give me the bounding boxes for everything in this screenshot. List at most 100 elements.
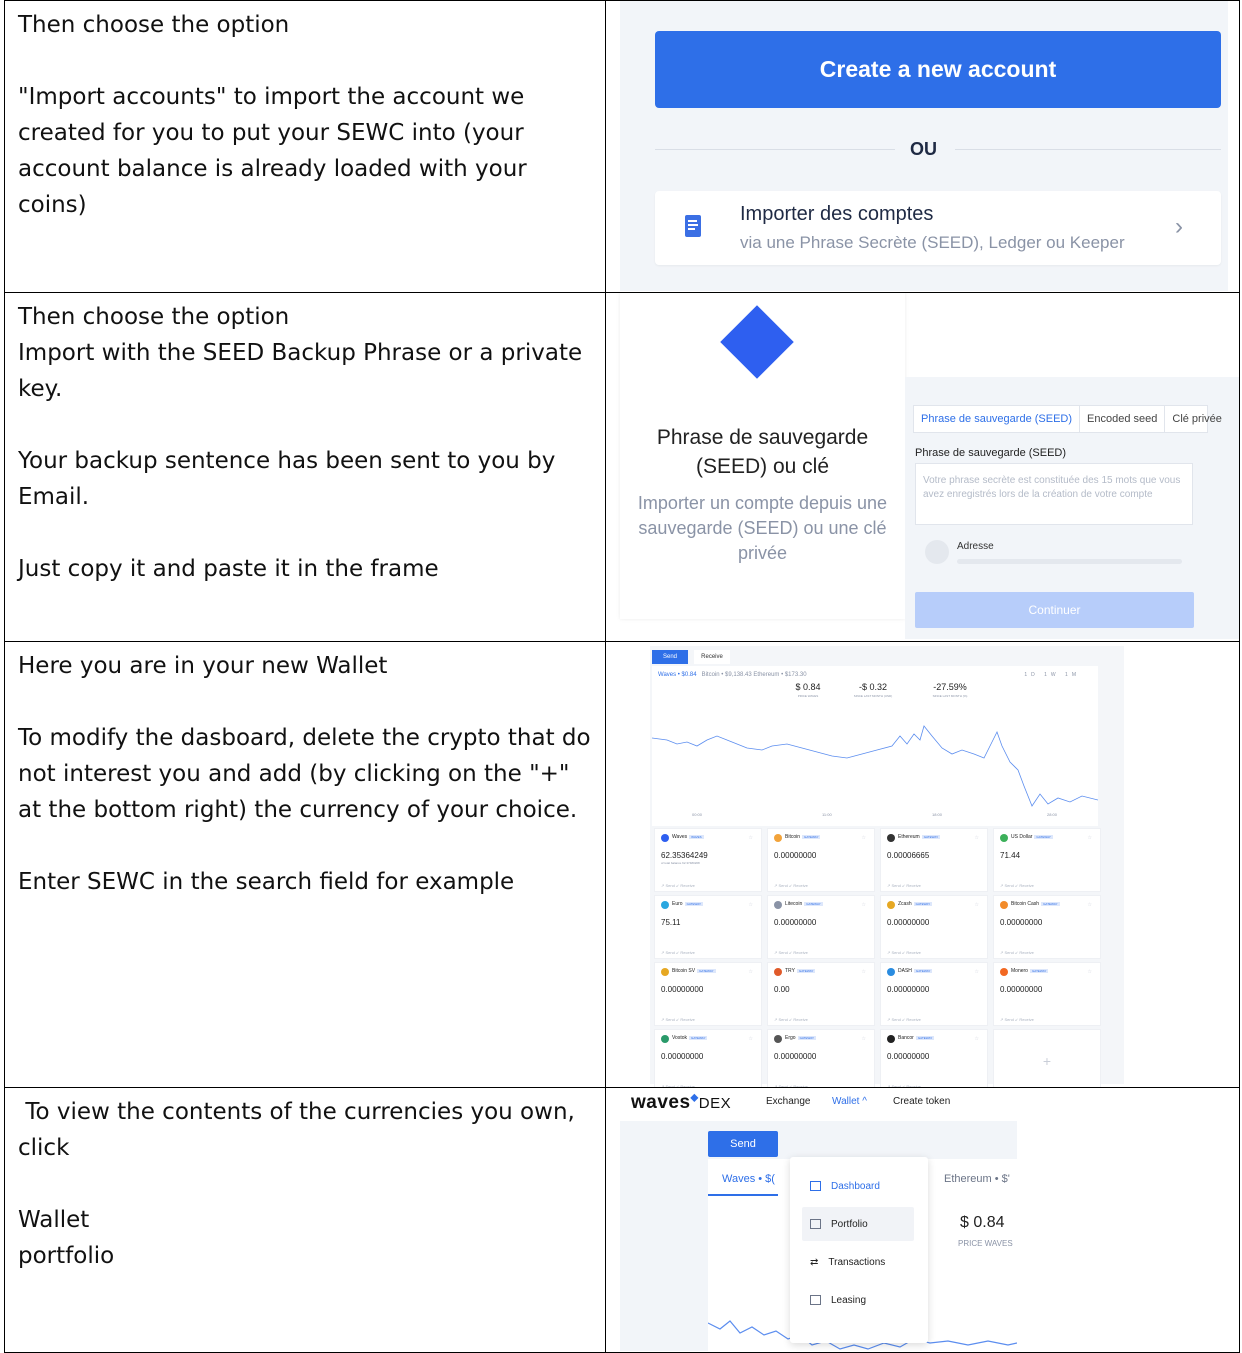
- tab-encoded-seed[interactable]: Encoded seed: [1080, 406, 1166, 432]
- menu-item-transactions[interactable]: ⇄ Transactions: [802, 1245, 914, 1279]
- asset-balance: 0.00000000: [887, 918, 930, 927]
- add-asset-button[interactable]: +: [993, 1029, 1101, 1087]
- nav-exchange[interactable]: Exchange: [766, 1096, 810, 1107]
- receive-button[interactable]: Receive: [694, 650, 730, 664]
- time-label: 00:00: [692, 812, 703, 817]
- asset-card[interactable]: Zcash GATEWAY ☆ 0.00000000 ↗ Send ↙ Receive: [880, 895, 988, 959]
- asset-name: Bitcoin SV GATEWAY: [672, 968, 716, 974]
- tab-seed[interactable]: Phrase de sauvegarde (SEED): [914, 406, 1081, 432]
- card-actions[interactable]: ↗ Send ↙ Receive: [661, 950, 695, 955]
- divider: [955, 149, 1221, 150]
- asset-card[interactable]: Bitcoin GATEWAY ☆ 0.00000000 ↗ Send ↙ Receiv…: [767, 828, 875, 892]
- nav-create-token[interactable]: Create token: [893, 1096, 950, 1107]
- instruction-cell: Then choose the option "Import accounts"…: [5, 1, 606, 292]
- continue-button[interactable]: Continuer: [915, 592, 1194, 628]
- address-label: Adresse: [957, 541, 994, 552]
- star-icon[interactable]: ☆: [749, 902, 753, 908]
- asset-card[interactable]: Ethereum GATEWAY ☆ 0.00006665 ↗ Send ↙ Recei…: [880, 828, 988, 892]
- star-icon[interactable]: ☆: [1088, 835, 1092, 841]
- table-row: Then choose the option Import with the S…: [4, 293, 1240, 642]
- card-actions[interactable]: ↗ Send ↙ Receive: [774, 883, 808, 888]
- card-actions[interactable]: ↗ Send ↙ Receive: [661, 1084, 695, 1087]
- dashboard-icon: [810, 1181, 821, 1191]
- card-actions[interactable]: ↗ Send ↙ Receive: [661, 1017, 695, 1022]
- card-actions[interactable]: ↗ Send ↙ Receive: [887, 1084, 921, 1087]
- asset-card[interactable]: Monero GATEWAY ☆ 0.00000000 ↗ Send ↙ Receive: [993, 962, 1101, 1026]
- instruction-table: Then choose the option "Import accounts"…: [4, 0, 1240, 1353]
- star-icon[interactable]: ☆: [862, 902, 866, 908]
- menu-item-leasing[interactable]: Leasing: [802, 1283, 914, 1317]
- card-actions[interactable]: ↗ Send ↙ Receive: [1000, 1017, 1034, 1022]
- star-icon[interactable]: ☆: [749, 1036, 753, 1042]
- asset-badge: GATEWAY: [1034, 834, 1053, 839]
- star-icon[interactable]: ☆: [975, 1036, 979, 1042]
- instruction-text: Then choose the option "Import accounts"…: [18, 12, 527, 218]
- asset-card[interactable]: Ergo GATEWAY ☆ 0.00000000 ↗ Send ↙ Receive: [767, 1029, 875, 1087]
- asset-card[interactable]: Bancor GATEWAY ☆ 0.00000000 ↗ Send ↙ Receive: [880, 1029, 988, 1087]
- asset-card[interactable]: Bitcoin Cash GATEWAY ☆ 0.00000000 ↗ Send ↙ R…: [993, 895, 1101, 959]
- import-accounts-button[interactable]: Importer des comptes via une Phrase Secr…: [655, 191, 1221, 265]
- asset-badge: GATEWAY: [913, 901, 933, 906]
- card-actions[interactable]: ↗ Send ↙ Receive: [774, 1017, 808, 1022]
- card-actions[interactable]: ↗ Send ↙ Receive: [774, 950, 808, 955]
- tab-private-key[interactable]: Clé privée: [1165, 406, 1229, 432]
- asset-card[interactable]: TRY GATEWAY ☆ 0.00 ↗ Send ↙ Receive: [767, 962, 875, 1026]
- menu-item-dashboard[interactable]: Dashboard: [802, 1169, 914, 1203]
- asset-balance: 0.00000000: [1000, 985, 1043, 994]
- asset-balance: 0.00000000: [887, 1052, 930, 1061]
- card-actions[interactable]: ↗ Send ↙ Receive: [774, 1084, 808, 1087]
- asset-balance: 0.00000000: [774, 918, 817, 927]
- menu-item-portfolio[interactable]: Portfolio: [802, 1207, 914, 1241]
- screenshot-cell: waves◆DEX Exchange Wallet ^ Create token…: [607, 1088, 1239, 1352]
- asset-card[interactable]: DASH GATEWAY ☆ 0.00000000 ↗ Send ↙ Receive: [880, 962, 988, 1026]
- star-icon[interactable]: ☆: [1088, 902, 1092, 908]
- asset-name: Waves WAVES: [672, 834, 704, 840]
- table-row: Then choose the option "Import accounts"…: [4, 0, 1240, 293]
- nav-wallet[interactable]: Wallet ^: [832, 1096, 867, 1107]
- star-icon[interactable]: ☆: [862, 835, 866, 841]
- card-actions[interactable]: ↗ Send ↙ Receive: [887, 950, 921, 955]
- asset-card[interactable]: US Dollar GATEWAY ☆ 71.44 ↗ Send ↙ Receive: [993, 828, 1101, 892]
- asset-card[interactable]: Euro GATEWAY ☆ 75.11 ↗ Send ↙ Receive: [654, 895, 762, 959]
- dex-body: Send Waves • $( Ethereum • $' $ 0.84 PRI…: [620, 1121, 1017, 1351]
- instruction-cell: Here you are in your new Wallet To modif…: [5, 642, 606, 1087]
- coin-icon: [887, 901, 895, 909]
- star-icon[interactable]: ☆: [975, 969, 979, 975]
- asset-balance: 0.00000000: [774, 851, 817, 860]
- asset-balance: 0.00000000: [887, 985, 930, 994]
- star-icon[interactable]: ☆: [862, 1036, 866, 1042]
- card-actions[interactable]: ↗ Send ↙ Receive: [887, 1017, 921, 1022]
- seed-textarea[interactable]: Votre phrase secrète est constituée des …: [915, 463, 1193, 525]
- price-chart: Waves • $0.84 Bitcoin • $9,138.43 Ethere…: [652, 666, 1098, 826]
- asset-name: US Dollar GATEWAY: [1011, 834, 1053, 840]
- star-icon[interactable]: ☆: [862, 969, 866, 975]
- send-button[interactable]: Send: [652, 650, 688, 664]
- create-account-button[interactable]: Create a new account: [655, 31, 1221, 108]
- wallet-dashboard: Send Receive Waves • $0.84 Bitcoin • $9,…: [650, 646, 1124, 1087]
- coin-icon: [1000, 834, 1008, 842]
- asset-badge: GATEWAY: [1041, 901, 1060, 906]
- asset-card[interactable]: Bitcoin SV GATEWAY ☆ 0.00000000 ↗ Send ↙ Rec…: [654, 962, 762, 1026]
- divider: [655, 149, 895, 150]
- asset-card[interactable]: Litecoin GATEWAY ☆ 0.00000000 ↗ Send ↙ Recei…: [767, 895, 875, 959]
- coin-icon: [774, 1035, 782, 1043]
- asset-balance: 0.00000000: [774, 1052, 817, 1061]
- star-icon[interactable]: ☆: [1088, 969, 1092, 975]
- dex-screen: waves◆DEX Exchange Wallet ^ Create token…: [620, 1088, 1017, 1351]
- asset-name: Bancor GATEWAY: [898, 1035, 935, 1041]
- card-actions[interactable]: ↗ Send ↙ Receive: [1000, 950, 1034, 955]
- asset-balance: 0.00000000: [1000, 918, 1043, 927]
- waves-dex-logo: waves◆DEX: [631, 1092, 732, 1113]
- star-icon[interactable]: ☆: [749, 835, 753, 841]
- send-button[interactable]: Send: [708, 1131, 778, 1157]
- star-icon[interactable]: ☆: [749, 969, 753, 975]
- asset-card[interactable]: Vostok GATEWAY ☆ 0.00000000 ↗ Send ↙ Receive: [654, 1029, 762, 1087]
- star-icon[interactable]: ☆: [975, 902, 979, 908]
- star-icon[interactable]: ☆: [975, 835, 979, 841]
- card-actions[interactable]: ↗ Send ↙ Receive: [1000, 883, 1034, 888]
- instruction-text: To view the contents of the currencies y…: [18, 1099, 575, 1269]
- asset-card[interactable]: Waves WAVES ☆ 62.35364249 of total balance 6…: [654, 828, 762, 892]
- import-title: Importer des comptes: [740, 203, 934, 225]
- card-actions[interactable]: ↗ Send ↙ Receive: [887, 883, 921, 888]
- card-actions[interactable]: ↗ Send ↙ Receive: [661, 883, 695, 888]
